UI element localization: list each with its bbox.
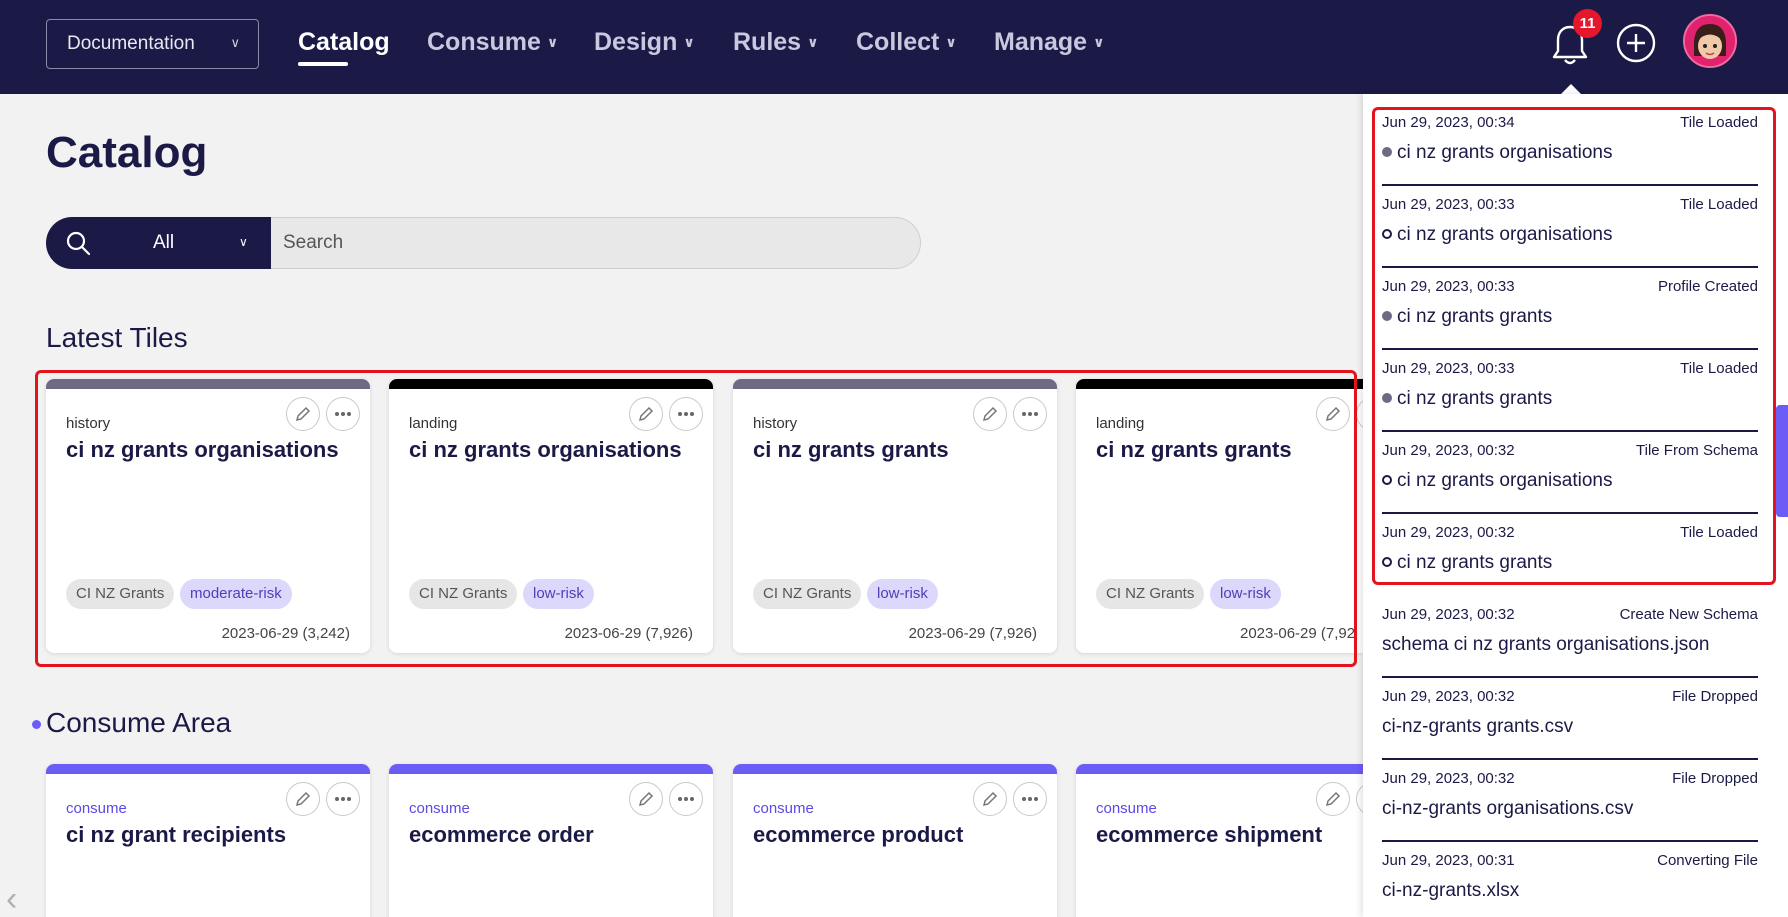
notification-item[interactable]: Jun 29, 2023, 00:31 Converting File ci-n… <box>1382 842 1758 917</box>
nav-manage[interactable]: Manage ∨ <box>994 28 1104 57</box>
consume-tile-card[interactable]: consume ci nz grant recipients <box>46 764 370 917</box>
recent-notifications-highlight <box>1372 107 1776 585</box>
documentation-dropdown-label: Documentation <box>67 33 195 54</box>
notification-item[interactable]: Jun 29, 2023, 00:32 Create New Schema sc… <box>1382 596 1758 678</box>
chevron-down-icon: ∨ <box>945 34 957 50</box>
section-indicator-dot <box>32 720 41 729</box>
nav-design[interactable]: Design ∨ <box>594 28 695 57</box>
notification-title: ci-nz-grants.xlsx <box>1382 880 1520 901</box>
latest-tiles-highlight <box>35 370 1357 667</box>
plus-circle-icon[interactable] <box>1616 23 1656 63</box>
more-options-button[interactable] <box>1013 782 1047 816</box>
notification-event: File Dropped <box>1672 688 1758 705</box>
search-scope-label: All <box>153 232 175 253</box>
notification-date: Jun 29, 2023, 00:31 <box>1382 852 1515 869</box>
notification-title: ci-nz-grants grants.csv <box>1382 716 1574 737</box>
tile-strip <box>1076 764 1363 774</box>
search-input[interactable] <box>271 217 921 269</box>
documentation-dropdown[interactable]: Documentation ∨ <box>46 19 259 69</box>
consume-tile-card[interactable]: consume ecommerce product <box>733 764 1057 917</box>
latest-tiles-heading: Latest Tiles <box>46 322 188 353</box>
pencil-icon <box>638 791 654 807</box>
more-options-button[interactable] <box>1356 782 1363 816</box>
edit-button[interactable] <box>1316 782 1350 816</box>
nav-catalog-label: Catalog <box>298 28 390 56</box>
consume-tile-card[interactable]: consume ecommerce shipment <box>1076 764 1363 917</box>
pencil-icon <box>982 791 998 807</box>
search-icon <box>66 231 91 256</box>
consume-area-heading: Consume Area <box>46 707 232 738</box>
page-title: Catalog <box>46 128 208 177</box>
chevron-down-icon: ∨ <box>1093 34 1105 50</box>
tile-kind: consume <box>753 800 814 817</box>
chevron-down-icon: ∨ <box>239 235 248 249</box>
nav-consume[interactable]: Consume ∨ <box>427 28 558 57</box>
chevron-down-icon: ∨ <box>807 34 819 50</box>
nav-collect[interactable]: Collect ∨ <box>856 28 957 57</box>
tile-strip <box>389 764 713 774</box>
more-options-button[interactable] <box>669 782 703 816</box>
notification-title: ci-nz-grants organisations.csv <box>1382 798 1634 819</box>
notification-event: Converting File <box>1657 852 1758 869</box>
nav-catalog[interactable]: Catalog <box>298 28 390 57</box>
nav-consume-label: Consume <box>427 28 541 56</box>
top-navbar: Documentation ∨ Catalog Consume ∨ Design ∨… <box>0 0 1788 94</box>
notification-item[interactable]: Jun 29, 2023, 00:32 File Dropped ci-nz-g… <box>1382 678 1758 760</box>
tile-kind: consume <box>409 800 470 817</box>
tile-name[interactable]: ecommerce product <box>753 822 963 848</box>
nav-active-underline <box>298 62 348 66</box>
notification-event: File Dropped <box>1672 770 1758 787</box>
tile-name[interactable]: ecommerce shipment <box>1096 822 1322 848</box>
more-options-button[interactable] <box>326 782 360 816</box>
more-icon <box>1022 797 1038 801</box>
chevron-left-icon[interactable]: ‹ <box>6 880 17 917</box>
more-icon <box>335 797 351 801</box>
nav-collect-label: Collect <box>856 28 940 56</box>
notification-date: Jun 29, 2023, 00:32 <box>1382 606 1515 623</box>
notifications-panel: Jun 29, 2023, 00:34 Tile Loaded ci nz gr… <box>1363 94 1788 917</box>
notification-title: schema ci nz grants organisations.json <box>1382 634 1710 655</box>
chevron-down-icon: ∨ <box>546 34 559 50</box>
notification-count-badge: 11 <box>1573 9 1602 38</box>
user-avatar[interactable] <box>1683 14 1737 68</box>
notification-date: Jun 29, 2023, 00:32 <box>1382 688 1515 705</box>
nav-rules-label: Rules <box>733 28 802 56</box>
consume-tile-card[interactable]: consume ecommerce order <box>389 764 713 917</box>
tile-strip <box>733 764 1057 774</box>
search-bar: All ∨ <box>46 217 921 269</box>
avatar-image <box>1685 16 1735 66</box>
edit-button[interactable] <box>973 782 1007 816</box>
chevron-down-icon: ∨ <box>230 35 240 50</box>
pencil-icon <box>1325 791 1341 807</box>
edit-button[interactable] <box>629 782 663 816</box>
notification-item[interactable]: Jun 29, 2023, 00:32 File Dropped ci-nz-g… <box>1382 760 1758 842</box>
edit-button[interactable] <box>286 782 320 816</box>
tile-strip <box>46 764 370 774</box>
tile-name[interactable]: ecommerce order <box>409 822 594 848</box>
chevron-down-icon: ∨ <box>683 34 695 50</box>
tile-kind: consume <box>1096 800 1157 817</box>
tile-kind: consume <box>66 800 127 817</box>
more-icon <box>678 797 694 801</box>
search-scope-dropdown[interactable]: All ∨ <box>46 217 271 269</box>
side-edge-tab[interactable] <box>1776 405 1788 517</box>
notification-date: Jun 29, 2023, 00:32 <box>1382 770 1515 787</box>
notification-event: Create New Schema <box>1619 606 1758 623</box>
more-options-button[interactable] <box>1356 397 1363 431</box>
nav-rules[interactable]: Rules ∨ <box>733 28 818 57</box>
tile-name[interactable]: ci nz grant recipients <box>66 822 286 848</box>
nav-design-label: Design <box>594 28 678 56</box>
nav-manage-label: Manage <box>994 28 1088 56</box>
pencil-icon <box>295 791 311 807</box>
